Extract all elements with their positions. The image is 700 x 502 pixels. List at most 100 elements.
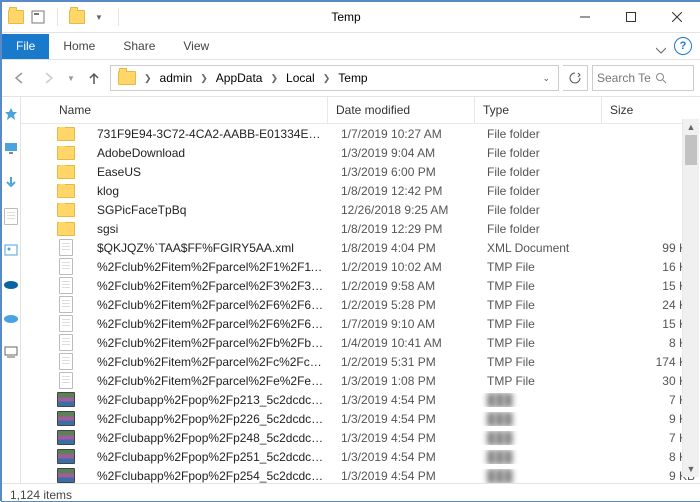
- chevron-right-icon[interactable]: ❯: [267, 73, 281, 84]
- file-name: %2Fclubapp%2Fpop%2Fp226_5c2dcdc2...: [89, 412, 333, 426]
- table-row[interactable]: EaseUS1/3/2019 6:00 PMFile folder: [21, 162, 700, 181]
- file-name: SGPicFaceTpBq: [89, 203, 333, 217]
- chevron-right-icon[interactable]: ❯: [141, 73, 155, 84]
- breadcrumb-appdata[interactable]: AppData: [211, 71, 268, 85]
- file-type: File folder: [479, 222, 605, 236]
- table-row[interactable]: $QKJQZ%`TAA$FF%FGIRY5AA.xml1/8/2019 4:04…: [21, 238, 700, 257]
- file-date: 1/3/2019 4:54 PM: [333, 393, 479, 407]
- table-row[interactable]: SGPicFaceTpBq12/26/2018 9:25 AMFile fold…: [21, 200, 700, 219]
- table-row[interactable]: %2Fclub%2Fitem%2Fparcel%2F3%2F383...1/2/…: [21, 276, 700, 295]
- window-controls: [562, 2, 700, 32]
- table-row[interactable]: %2Fclub%2Fitem%2Fparcel%2F1%2F119...1/2/…: [21, 257, 700, 276]
- sidebar-pictures-icon[interactable]: [2, 241, 20, 259]
- sidebar-downloads-icon[interactable]: [2, 173, 20, 191]
- column-date[interactable]: Date modified: [328, 97, 475, 123]
- scroll-down-icon[interactable]: ▼: [683, 461, 699, 477]
- qat-dropdown-icon[interactable]: ▼: [91, 9, 107, 25]
- table-row[interactable]: %2Fclubapp%2Fpop%2Fp251_5c2dcdc2...1/3/2…: [21, 447, 700, 466]
- sidebar-thispc-icon[interactable]: [2, 343, 20, 361]
- file-type: File folder: [479, 184, 605, 198]
- file-date: 1/8/2019 4:04 PM: [333, 241, 479, 255]
- folder-app-icon: [8, 9, 24, 25]
- file-date: 1/4/2019 10:41 AM: [333, 336, 479, 350]
- file-list[interactable]: 731F9E94-3C72-4CA2-AABB-E01334EF74731/7/…: [21, 124, 700, 483]
- back-button[interactable]: [8, 66, 32, 90]
- file-icon: [59, 315, 73, 332]
- file-type: ███: [479, 393, 605, 407]
- sidebar-quickaccess-icon[interactable]: [2, 105, 20, 123]
- breadcrumb-temp[interactable]: Temp: [333, 71, 372, 85]
- file-date: 1/8/2019 12:29 PM: [333, 222, 479, 236]
- file-name: $QKJQZ%`TAA$FF%FGIRY5AA.xml: [89, 241, 333, 255]
- table-row[interactable]: AdobeDownload1/3/2019 9:04 AMFile folder: [21, 143, 700, 162]
- archive-icon: [57, 430, 75, 445]
- up-button[interactable]: [82, 66, 106, 90]
- breadcrumb-admin[interactable]: admin: [155, 71, 198, 85]
- table-row[interactable]: %2Fclubapp%2Fpop%2Fp213_5c2dcdc2...1/3/2…: [21, 390, 700, 409]
- tab-share[interactable]: Share: [109, 34, 169, 59]
- file-name: %2Fclub%2Fitem%2Fparcel%2F1%2F119...: [89, 260, 333, 274]
- file-date: 1/3/2019 9:04 AM: [333, 146, 479, 160]
- file-tab[interactable]: File: [2, 34, 49, 59]
- column-headers: Name Date modified Type Size: [21, 97, 700, 124]
- help-icon[interactable]: ?: [674, 37, 692, 55]
- column-type[interactable]: Type: [475, 97, 602, 123]
- chevron-right-icon[interactable]: ❯: [197, 73, 211, 84]
- sidebar-cloud-icon[interactable]: [2, 309, 20, 327]
- status-bar: 1,124 items: [2, 483, 700, 502]
- file-type: TMP File: [479, 298, 605, 312]
- chevron-right-icon[interactable]: ❯: [320, 73, 334, 84]
- table-row[interactable]: %2Fclubapp%2Fpop%2Fp226_5c2dcdc2...1/3/2…: [21, 409, 700, 428]
- file-name: AdobeDownload: [89, 146, 333, 160]
- file-name: %2Fclubapp%2Fpop%2Fp254_5c2dcdc2...: [89, 469, 333, 483]
- forward-button[interactable]: [36, 66, 60, 90]
- file-icon: [59, 334, 73, 351]
- folder-icon: [57, 146, 75, 160]
- refresh-button[interactable]: [563, 65, 588, 91]
- minimize-button[interactable]: [562, 2, 608, 32]
- sidebar-documents-icon[interactable]: [2, 207, 20, 225]
- close-button[interactable]: [654, 2, 700, 32]
- search-input[interactable]: Search Te: [592, 65, 694, 91]
- table-row[interactable]: %2Fclub%2Fitem%2Fparcel%2F6%2F649...1/7/…: [21, 314, 700, 333]
- open-folder-icon[interactable]: [69, 9, 85, 25]
- file-icon: [59, 353, 73, 370]
- file-date: 12/26/2018 9:25 AM: [333, 203, 479, 217]
- folder-icon: [57, 165, 75, 179]
- tab-view[interactable]: View: [169, 34, 223, 59]
- file-date: 1/2/2019 9:58 AM: [333, 279, 479, 293]
- breadcrumb-local[interactable]: Local: [281, 71, 320, 85]
- file-type: TMP File: [479, 374, 605, 388]
- table-row[interactable]: %2Fclub%2Fitem%2Fparcel%2Fe%2Fe11...1/3/…: [21, 371, 700, 390]
- table-row[interactable]: %2Fclubapp%2Fpop%2Fp248_5c2dcdc2...1/3/2…: [21, 428, 700, 447]
- tab-home[interactable]: Home: [49, 34, 109, 59]
- status-item-count: 1,124 items: [10, 488, 72, 502]
- scroll-thumb[interactable]: [685, 135, 697, 165]
- file-icon: [59, 239, 73, 256]
- maximize-button[interactable]: [608, 2, 654, 32]
- sidebar-desktop-icon[interactable]: [2, 139, 20, 157]
- sidebar-onedrive-icon[interactable]: [2, 275, 20, 293]
- file-name: %2Fclub%2Fitem%2Fparcel%2Fb%2Fb68...: [89, 336, 333, 350]
- file-name: %2Fclubapp%2Fpop%2Fp213_5c2dcdc2...: [89, 393, 333, 407]
- file-type: File folder: [479, 203, 605, 217]
- table-row[interactable]: 731F9E94-3C72-4CA2-AABB-E01334EF74731/7/…: [21, 124, 700, 143]
- recent-dropdown-icon[interactable]: ▼: [64, 66, 78, 90]
- table-row[interactable]: %2Fclub%2Fitem%2Fparcel%2Fc%2Fcd2...1/2/…: [21, 352, 700, 371]
- column-name[interactable]: Name: [21, 97, 328, 123]
- table-row[interactable]: %2Fclub%2Fitem%2Fparcel%2F6%2F6f58...1/2…: [21, 295, 700, 314]
- address-bar[interactable]: ❯ admin ❯ AppData ❯ Local ❯ Temp ⌄: [110, 65, 559, 91]
- table-row[interactable]: %2Fclub%2Fitem%2Fparcel%2Fb%2Fb68...1/4/…: [21, 333, 700, 352]
- breadcrumb-root-icon[interactable]: [113, 71, 141, 85]
- file-date: 1/7/2019 10:27 AM: [333, 127, 479, 141]
- vertical-scrollbar[interactable]: ▲ ▼: [682, 119, 699, 477]
- table-row[interactable]: klog1/8/2019 12:42 PMFile folder: [21, 181, 700, 200]
- scroll-up-icon[interactable]: ▲: [683, 119, 699, 135]
- address-dropdown-icon[interactable]: ⌄: [536, 73, 556, 84]
- properties-icon[interactable]: [30, 9, 46, 25]
- table-row[interactable]: %2Fclubapp%2Fpop%2Fp254_5c2dcdc2...1/3/2…: [21, 466, 700, 483]
- table-row[interactable]: sgsi1/8/2019 12:29 PMFile folder: [21, 219, 700, 238]
- ribbon: File Home Share View ?: [2, 33, 700, 60]
- folder-icon: [57, 127, 75, 141]
- ribbon-expand-icon[interactable]: [656, 45, 666, 55]
